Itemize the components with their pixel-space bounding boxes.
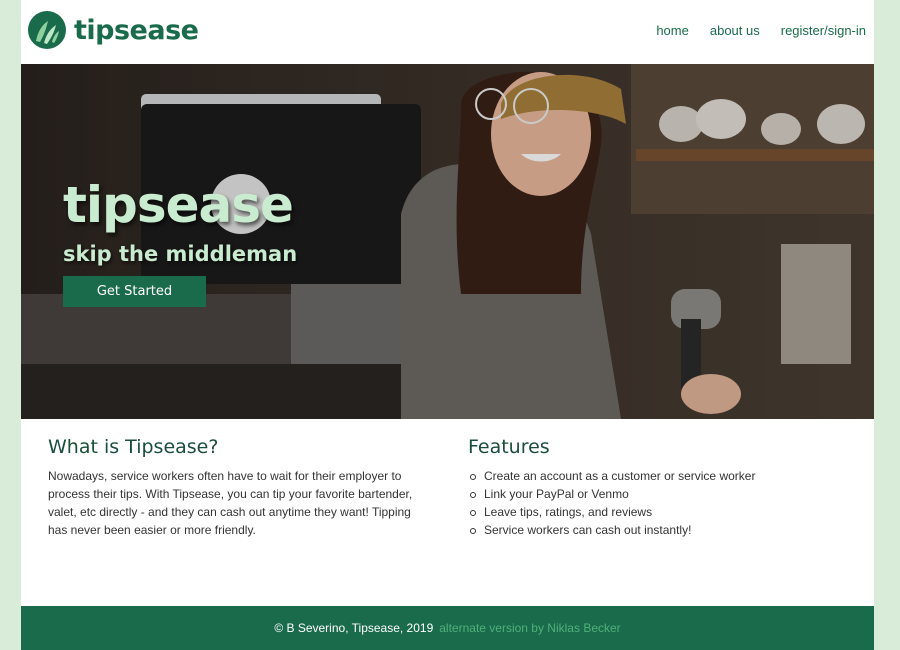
list-item: Leave tips, ratings, and reviews (468, 503, 848, 521)
nav-home-link[interactable]: home (656, 23, 689, 38)
get-started-button[interactable]: Get Started (63, 276, 206, 307)
logo[interactable]: tipsease (28, 10, 199, 50)
hero-subtitle: skip the middleman (63, 242, 298, 266)
list-item: Create an account as a customer or servi… (468, 467, 848, 485)
hero-banner: tipsease skip the middleman Get Started (21, 64, 874, 419)
about-body: Nowadays, service workers often have to … (48, 469, 413, 537)
alternate-version-link[interactable]: alternate version by Niklas Becker (439, 621, 620, 635)
nav-register-link[interactable]: register/sign-in (781, 23, 866, 38)
features-section: Features Create an account as a customer… (468, 436, 848, 539)
list-item: Service workers can cash out instantly! (468, 521, 848, 539)
list-item: Link your PayPal or Venmo (468, 485, 848, 503)
page: tipsease home about us register/sign-in (21, 0, 874, 650)
features-heading: Features (468, 436, 550, 458)
about-heading: What is Tipsease? (48, 436, 219, 458)
about-section: What is Tipsease? Nowadays, service work… (48, 436, 418, 539)
leaf-hand-icon (28, 11, 66, 49)
nav-about-link[interactable]: about us (710, 23, 760, 38)
header: tipsease home about us register/sign-in (21, 0, 874, 64)
features-list: Create an account as a customer or servi… (468, 467, 848, 539)
main-nav: home about us register/sign-in (656, 23, 866, 38)
hero-title: tipsease (63, 176, 294, 234)
brand-name: tipsease (74, 14, 199, 46)
footer: © B Severino, Tipsease, 2019 alternate v… (21, 606, 874, 650)
copyright-text: © B Severino, Tipsease, 2019 (274, 621, 434, 635)
